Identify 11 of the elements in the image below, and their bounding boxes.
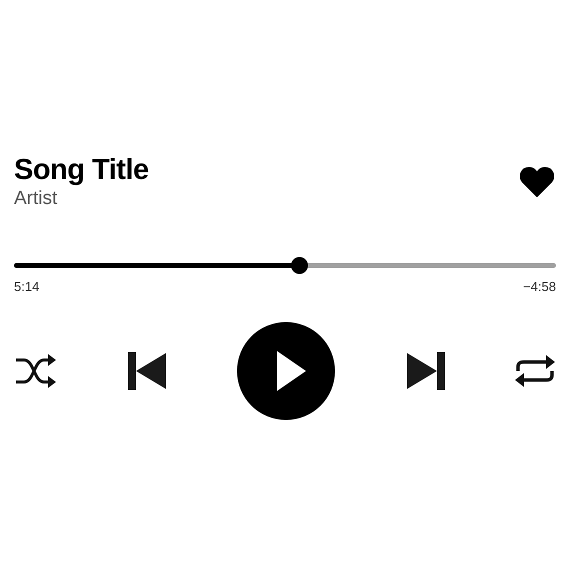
previous-button[interactable] <box>128 352 168 390</box>
artist-name: Artist <box>14 188 58 211</box>
elapsed-time: 5:14 <box>14 278 40 296</box>
play-button[interactable] <box>237 322 335 420</box>
shuffle-button[interactable] <box>14 353 58 390</box>
next-button[interactable] <box>404 352 444 390</box>
song-title: Song Title <box>14 153 149 188</box>
heart-button[interactable] <box>520 166 554 197</box>
repeat-button[interactable] <box>514 353 556 390</box>
remaining-time: −4:58 <box>523 278 556 296</box>
progress-handle[interactable] <box>290 256 308 274</box>
